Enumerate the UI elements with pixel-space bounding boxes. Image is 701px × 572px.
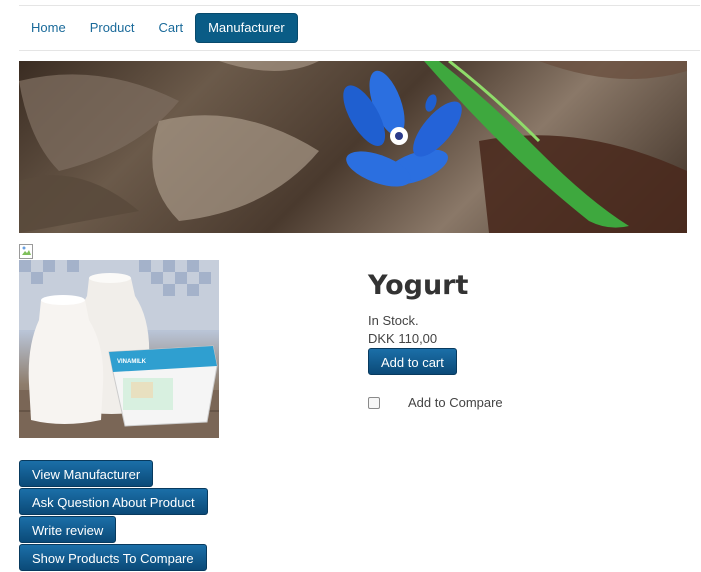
compare-label: Add to Compare [408, 395, 503, 410]
product-image[interactable]: VINAMILK [19, 260, 219, 438]
banner-image [19, 61, 687, 233]
nav-home[interactable]: Home [19, 13, 78, 43]
stock-status: In Stock. [368, 313, 419, 328]
add-to-cart-button[interactable]: Add to cart [368, 348, 457, 375]
view-manufacturer-button[interactable]: View Manufacturer [19, 460, 154, 487]
broken-image-icon [19, 244, 35, 260]
ask-question-button[interactable]: Ask Question About Product [19, 488, 208, 515]
banner-flower-illustration [19, 61, 687, 233]
compare-checkbox[interactable] [368, 397, 380, 409]
nav-manufacturer[interactable]: Manufacturer [195, 13, 298, 43]
product-price: DKK 110,00 [368, 331, 438, 346]
show-compare-button[interactable]: Show Products To Compare [19, 544, 207, 571]
nav-divider [19, 50, 700, 51]
package-brand-label: VINAMILK [117, 359, 147, 365]
nav-cart[interactable]: Cart [147, 13, 196, 43]
main-navigation: Home Product Cart Manufacturer [19, 13, 298, 43]
write-review-button[interactable]: Write review [19, 516, 117, 543]
yogurt-illustration: VINAMILK [19, 260, 219, 438]
nav-product[interactable]: Product [78, 13, 147, 43]
product-title: Yogurt [368, 270, 469, 301]
top-divider [19, 5, 700, 6]
